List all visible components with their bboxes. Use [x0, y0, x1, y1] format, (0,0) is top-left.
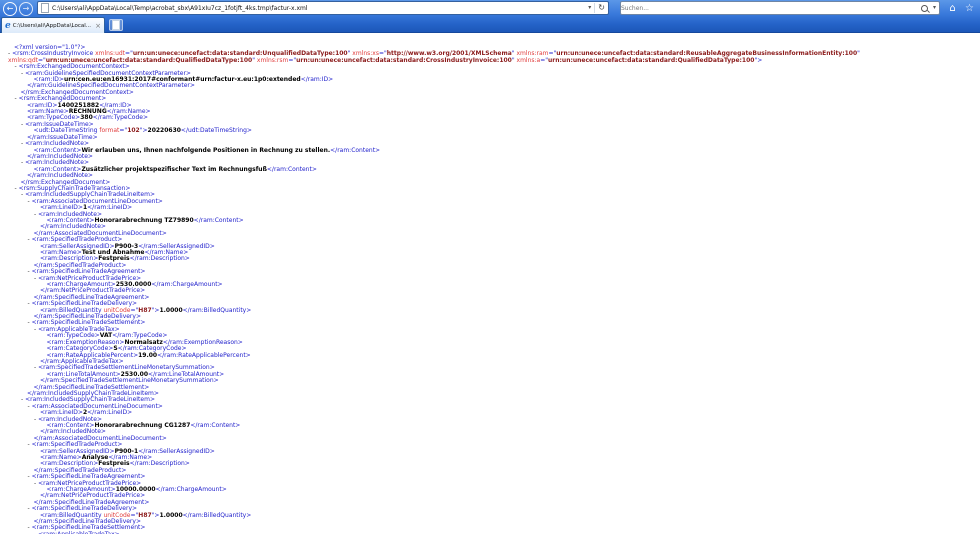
back-button[interactable]: ←: [3, 2, 17, 16]
xml-text: Honorarabrechnung CG1287: [94, 421, 191, 429]
new-tab-icon: [112, 20, 120, 30]
xml-markup: </ram:ID>: [300, 76, 334, 84]
favorites-button[interactable]: ☆: [962, 2, 977, 15]
ie-favicon: e: [5, 20, 11, 31]
star-icon: ☆: [965, 3, 974, 14]
browser-chrome: ← → ▾ ↻ ▾ ⌂ ☆ e C:\Users\ali\AppData\Loc…: [0, 0, 980, 33]
xml-attr-value: urn:un:unece:uncefact:data:standard:Cros…: [296, 56, 512, 64]
xml-line: - <rsm:CrossIndustryInvoice xmlns:udt="u…: [0, 51, 980, 64]
back-icon: ←: [6, 4, 14, 13]
xml-markup: </ram:ChargeAmount>: [151, 281, 223, 289]
xml-markup: =": [288, 56, 297, 64]
xml-markup: </ram:BilledQuantity>: [182, 306, 252, 314]
tab-close-icon[interactable]: ×: [93, 19, 101, 33]
new-tab-button[interactable]: [109, 19, 123, 31]
xml-attr-name: xmlns:a: [516, 56, 541, 64]
xml-markup: ": [857, 50, 860, 58]
address-bar[interactable]: ▾ ↻: [37, 1, 609, 15]
xml-markup: </ram:BilledQuantity>: [182, 511, 252, 519]
tab-bar: e C:\Users\ali\AppData\Local... ×: [0, 17, 980, 33]
xml-text: Honorarabrechnung TZ79890: [94, 216, 194, 224]
xml-markup: </ram:Content>: [190, 421, 241, 429]
home-icon: ⌂: [949, 3, 956, 14]
xml-markup: </ram:Content>: [330, 146, 381, 154]
xml-markup: ">: [754, 56, 763, 64]
tab-title: C:\Users\ali\AppData\Local...: [12, 22, 92, 29]
forward-icon: →: [22, 4, 30, 13]
xml-markup: ">: [139, 127, 148, 135]
search-box[interactable]: ▾: [620, 1, 940, 15]
xml-document-view: <?xml version="1.0"?> - <rsm:CrossIndustr…: [0, 33, 980, 534]
address-input[interactable]: [52, 4, 586, 12]
xml-attr-name: xmlns:rsm: [256, 56, 289, 64]
xml-text: 19.00: [138, 351, 158, 359]
xml-markup: </ram:Content>: [193, 216, 244, 224]
document-icon: [41, 3, 49, 13]
xml-markup: =": [540, 56, 549, 64]
xml-attr-value: urn:un:unece:uncefact:data:standard:Qual…: [548, 56, 755, 64]
xml-markup: </ram:TypeCode>: [92, 114, 148, 122]
xml-text: 20220630: [147, 127, 181, 135]
refresh-icon[interactable]: ↻: [595, 2, 608, 14]
xml-text: 1.0000: [159, 306, 183, 314]
home-button[interactable]: ⌂: [945, 2, 960, 15]
tab-active[interactable]: e C:\Users\ali\AppData\Local... ×: [1, 17, 105, 33]
xml-markup: </ram:ChargeAmount>: [155, 486, 227, 494]
search-input[interactable]: [621, 4, 919, 12]
ie-window: { "browser": { "address": { "value": "C:…: [0, 0, 980, 534]
xml-attr-value: 102: [127, 127, 140, 135]
xml-text: Wir erlauben uns, Ihnen nachfolgende Pos…: [81, 146, 331, 154]
forward-button[interactable]: →: [19, 2, 33, 16]
xml-markup: </ram:Description>: [129, 255, 190, 263]
xml-markup: </ram:Content>: [266, 165, 317, 173]
xml-markup: </ram:RateApplicablePercent>: [157, 351, 251, 359]
xml-text: Zusätzlicher projektspezifischer Text im…: [81, 165, 267, 173]
xml-attr-name: format: [99, 127, 120, 135]
xml-markup: </ram:Description>: [129, 460, 190, 468]
address-dropdown-icon[interactable]: ▾: [585, 2, 594, 14]
xml-markup: </udt:DateTimeString>: [180, 127, 252, 135]
search-dropdown-icon[interactable]: ▾: [930, 2, 939, 14]
search-icon[interactable]: [920, 4, 928, 12]
xml-text: 1.0000: [159, 511, 183, 519]
